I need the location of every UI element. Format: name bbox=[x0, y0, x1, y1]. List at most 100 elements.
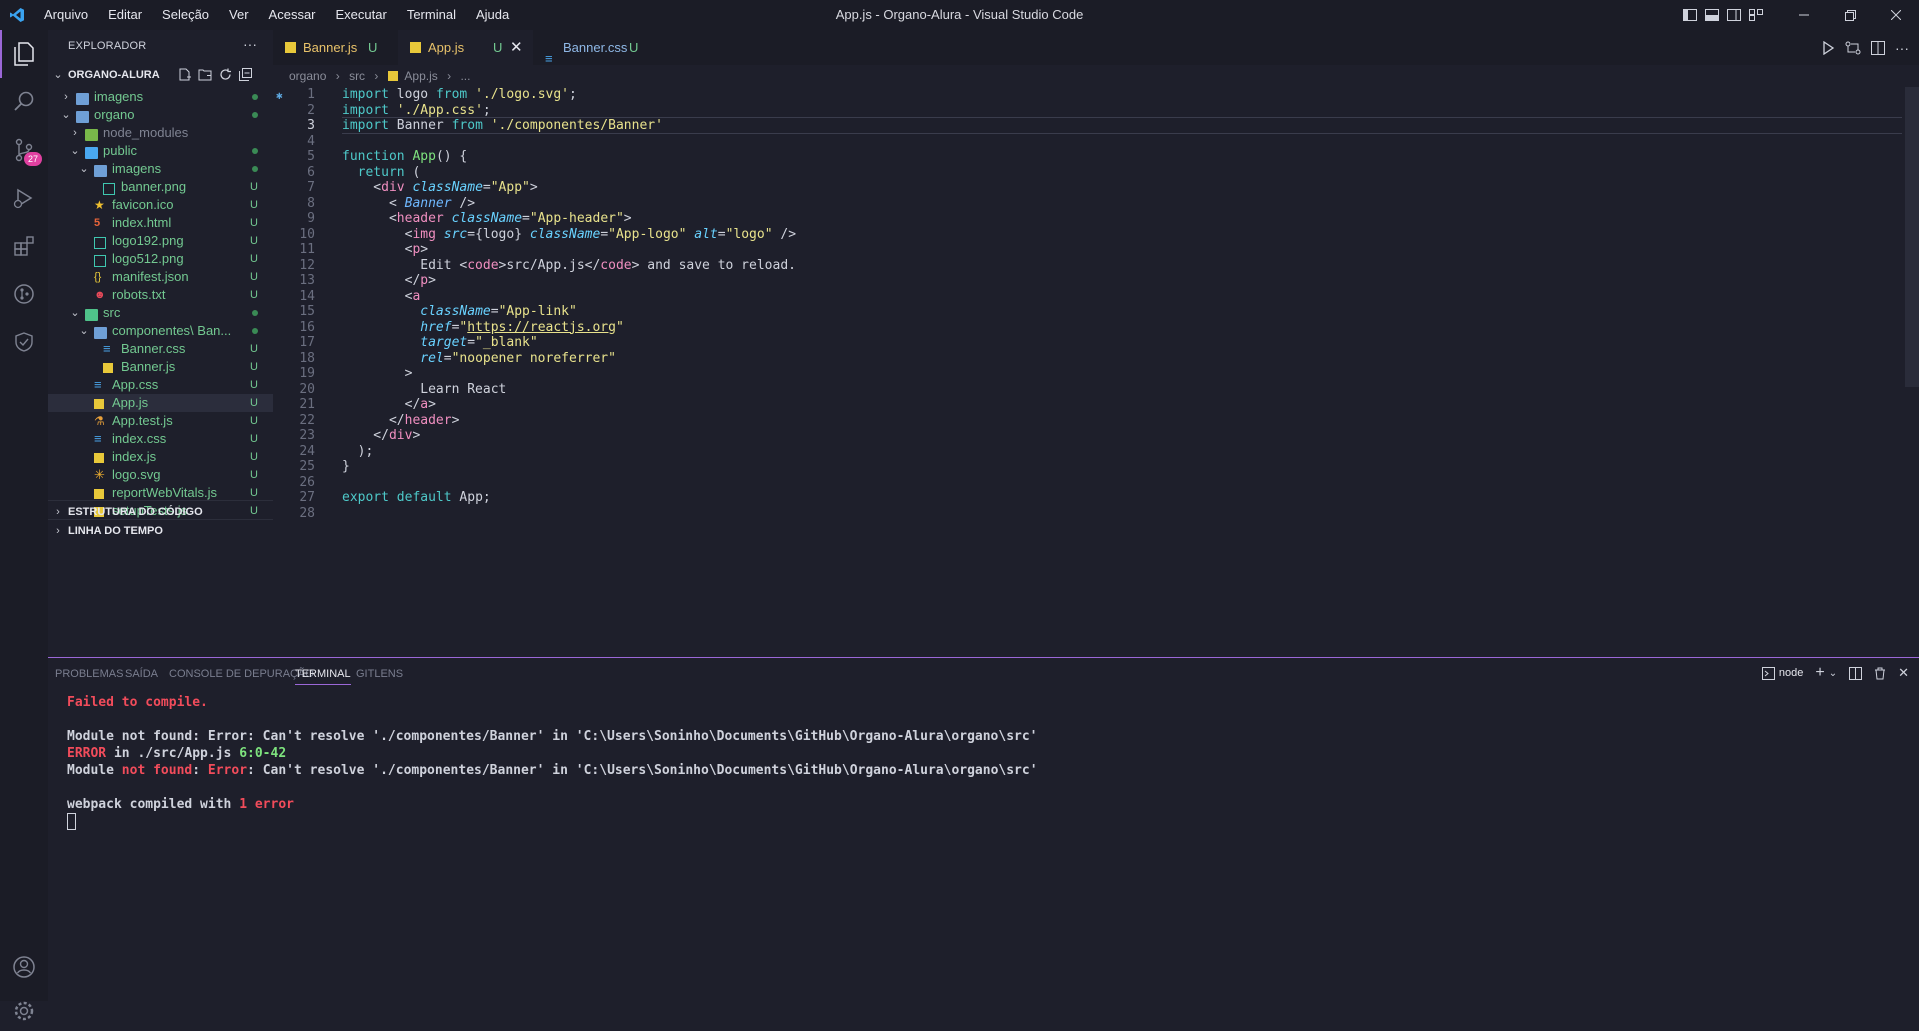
split-editor-icon[interactable] bbox=[1871, 40, 1885, 55]
menu-item-arquivo[interactable]: Arquivo bbox=[34, 0, 98, 30]
trash-icon[interactable] bbox=[1874, 667, 1886, 680]
breadcrumb-symbol[interactable]: ... bbox=[460, 69, 470, 83]
tree-item[interactable]: ✳ logo.svg U bbox=[48, 466, 273, 484]
tab-app-js[interactable]: App.js U ✕ bbox=[398, 30, 533, 65]
code-line[interactable]: className="App-link" bbox=[342, 304, 577, 319]
code-line[interactable]: Edit <code>src/App.js</code> and save to… bbox=[342, 258, 796, 273]
code-line[interactable]: ); bbox=[342, 444, 374, 459]
accounts-icon[interactable] bbox=[0, 943, 48, 991]
close-panel-icon[interactable]: ✕ bbox=[1898, 665, 1909, 681]
toggle-primary-sidebar-icon[interactable] bbox=[1679, 0, 1701, 30]
editor-scrollbar[interactable] bbox=[1905, 87, 1919, 387]
tree-item[interactable]: logo192.png U bbox=[48, 232, 273, 250]
tree-item[interactable]: 5 index.html U bbox=[48, 214, 273, 232]
menu-item-seleção[interactable]: Seleção bbox=[152, 0, 219, 30]
code-line[interactable]: Learn React bbox=[342, 382, 506, 397]
extensions-icon[interactable] bbox=[0, 222, 48, 270]
code-line[interactable]: } bbox=[342, 459, 350, 474]
code-line[interactable]: <header className="App-header"> bbox=[342, 211, 632, 226]
panel-tab-gitlens[interactable]: GITLENS bbox=[356, 668, 403, 680]
search-icon[interactable] bbox=[0, 78, 48, 126]
code-line[interactable]: <a bbox=[342, 289, 421, 304]
panel-tab-console-de-depura-o[interactable]: CONSOLE DE DEPURAÇÃO bbox=[169, 668, 314, 680]
project-header[interactable]: ⌄ ORGANO-ALURA bbox=[48, 64, 273, 86]
terminal-output[interactable]: Failed to compile. Module not found: Err… bbox=[67, 694, 1038, 832]
code-line[interactable]: <img src={logo} className="App-logo" alt… bbox=[342, 227, 796, 242]
minimize-icon[interactable] bbox=[1781, 0, 1827, 30]
tree-item[interactable]: {} manifest.json U bbox=[48, 268, 273, 286]
breadcrumb-src[interactable]: src bbox=[349, 69, 365, 83]
close-tab-icon[interactable]: ✕ bbox=[510, 30, 523, 65]
gitlens-icon[interactable] bbox=[0, 270, 48, 318]
new-terminal-icon[interactable]: + bbox=[1815, 664, 1824, 682]
source-control-icon[interactable]: 27 bbox=[0, 126, 48, 174]
menu-item-ajuda[interactable]: Ajuda bbox=[466, 0, 519, 30]
code-line[interactable]: </div> bbox=[342, 428, 420, 443]
panel-tab-terminal[interactable]: TERMINAL bbox=[295, 668, 351, 685]
breadcrumb-organo[interactable]: organo bbox=[273, 69, 326, 83]
split-terminal-icon[interactable] bbox=[1849, 666, 1863, 680]
code-line[interactable]: href="https://reactjs.org" bbox=[342, 320, 624, 335]
tree-item[interactable]: ⌄ src bbox=[48, 304, 273, 322]
tree-item[interactable]: › imagens bbox=[48, 88, 273, 106]
run-file-icon[interactable] bbox=[1821, 40, 1835, 55]
code-line[interactable]: > bbox=[342, 366, 413, 381]
chevron-down-icon[interactable]: ⌄ bbox=[1829, 668, 1837, 679]
settings-gear-icon[interactable] bbox=[0, 991, 48, 1031]
tree-item[interactable]: ★ favicon.ico U bbox=[48, 196, 273, 214]
run-debug-icon[interactable] bbox=[0, 174, 48, 222]
tree-item[interactable]: ⌄ componentes\ Ban... bbox=[48, 322, 273, 340]
testing-icon[interactable] bbox=[0, 318, 48, 366]
menu-item-terminal[interactable]: Terminal bbox=[397, 0, 466, 30]
code-line[interactable]: </header> bbox=[342, 413, 459, 428]
menu-item-editar[interactable]: Editar bbox=[98, 0, 152, 30]
toggle-panel-icon[interactable] bbox=[1701, 0, 1723, 30]
code-line[interactable]: return ( bbox=[342, 165, 421, 180]
tree-item[interactable]: banner.png U bbox=[48, 178, 273, 196]
customize-layout-icon[interactable] bbox=[1745, 0, 1767, 30]
menu-item-ver[interactable]: Ver bbox=[219, 0, 259, 30]
code-line[interactable]: </a> bbox=[342, 397, 436, 412]
close-window-icon[interactable] bbox=[1873, 0, 1919, 30]
code-line[interactable]: <div className="App"> bbox=[342, 180, 537, 195]
tree-item[interactable]: ⌄ public bbox=[48, 142, 273, 160]
new-folder-icon[interactable] bbox=[198, 68, 212, 81]
compare-changes-icon[interactable] bbox=[1845, 41, 1861, 55]
code-line[interactable]: </p> bbox=[342, 273, 436, 288]
tree-item[interactable]: App.js U bbox=[48, 394, 273, 412]
new-file-icon[interactable] bbox=[178, 68, 191, 81]
tree-item[interactable]: ≡ Banner.css U bbox=[48, 340, 273, 358]
code-line[interactable]: < Banner /> bbox=[342, 196, 475, 211]
code-line[interactable]: <p> bbox=[342, 242, 429, 257]
tree-item[interactable]: logo512.png U bbox=[48, 250, 273, 268]
menu-item-executar[interactable]: Executar bbox=[326, 0, 397, 30]
tab-banner-css[interactable]: ≡ Banner.css U bbox=[533, 30, 643, 66]
code-line[interactable]: target="_blank" bbox=[342, 335, 537, 350]
menu-item-acessar[interactable]: Acessar bbox=[259, 0, 326, 30]
tree-item[interactable]: Banner.js U bbox=[48, 358, 273, 376]
collapse-all-icon[interactable] bbox=[239, 68, 252, 81]
tree-item[interactable]: ⌄ organo bbox=[48, 106, 273, 124]
code-editor[interactable]: ✱ 1 import logo from './logo.svg'; 2 import… bbox=[273, 87, 1919, 657]
tree-item[interactable]: › node_modules bbox=[48, 124, 273, 142]
tree-item[interactable]: ≡ index.css U bbox=[48, 430, 273, 448]
code-line[interactable]: import Banner from './componentes/Banner… bbox=[342, 117, 1902, 134]
timeline-section-header[interactable]: › LINHA DO TEMPO bbox=[48, 519, 273, 542]
breadcrumb-app-js[interactable]: App.js bbox=[404, 69, 437, 83]
terminal-selector[interactable]: node bbox=[1761, 666, 1803, 680]
explorer-icon[interactable] bbox=[0, 30, 48, 78]
tree-item[interactable]: index.js U bbox=[48, 448, 273, 466]
tree-item[interactable]: ☻ robots.txt U bbox=[48, 286, 273, 304]
code-line[interactable]: rel="noopener noreferrer" bbox=[342, 351, 616, 366]
tab-banner-js[interactable]: Banner.js U bbox=[273, 30, 398, 65]
refresh-icon[interactable] bbox=[219, 68, 232, 81]
restore-icon[interactable] bbox=[1827, 0, 1873, 30]
editor-more-actions-icon[interactable]: ··· bbox=[1895, 40, 1909, 56]
explorer-more-actions-icon[interactable]: ··· bbox=[243, 36, 257, 52]
tree-item[interactable]: ⌄ imagens bbox=[48, 160, 273, 178]
code-line[interactable]: function App() { bbox=[342, 149, 467, 164]
code-line[interactable]: export default App; bbox=[342, 490, 491, 505]
panel-tab-problemas[interactable]: PROBLEMAS bbox=[55, 668, 123, 680]
code-line[interactable]: import logo from './logo.svg'; bbox=[342, 87, 577, 102]
panel-tab-sa-da[interactable]: SAÍDA bbox=[125, 668, 158, 680]
